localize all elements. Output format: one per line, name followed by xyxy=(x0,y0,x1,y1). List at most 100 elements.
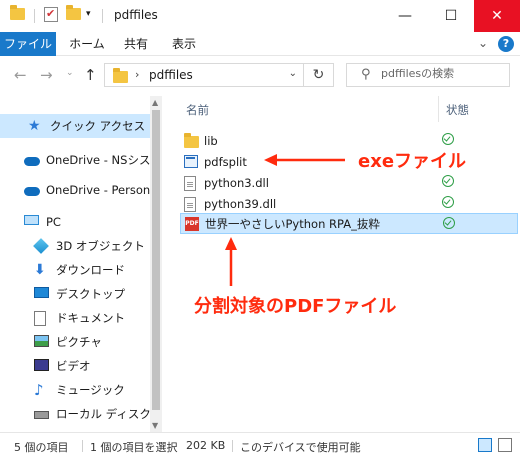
search-input[interactable] xyxy=(381,67,505,80)
nav-item-onedrive-ns[interactable]: OneDrive - NSシステム xyxy=(0,148,150,172)
nav-item-label: デスクトップ xyxy=(56,287,125,301)
close-button[interactable]: ✕ xyxy=(474,0,520,32)
status-availability: このデバイスで使用可能 xyxy=(240,441,361,454)
file-row-pdfsplit[interactable]: pdfsplit xyxy=(180,151,518,172)
disk-icon xyxy=(34,407,50,421)
folder-icon xyxy=(184,132,199,148)
file-name: python39.dll xyxy=(204,196,277,211)
scroll-up-icon[interactable]: ▲ xyxy=(152,98,158,107)
cloud-icon xyxy=(24,183,40,197)
file-row-pdf[interactable]: PDF 世界一やさしいPython RPA_抜粋 xyxy=(180,213,518,234)
nav-item-label: 3D オブジェクト xyxy=(56,239,145,253)
minimize-button[interactable]: — xyxy=(382,0,428,32)
tab-file[interactable]: ファイル xyxy=(0,32,56,56)
chevron-down-icon[interactable]: ⌄ xyxy=(289,68,297,79)
download-icon: ⬇ xyxy=(34,262,46,278)
pc-icon xyxy=(24,215,40,229)
file-name: python3.dll xyxy=(204,175,269,190)
folder-icon xyxy=(10,5,25,20)
title-bar: ▾ pdffiles — ☐ ✕ xyxy=(0,0,520,32)
forward-arrow-icon[interactable]: → xyxy=(40,66,53,84)
nav-item-label: ピクチャ xyxy=(56,335,102,349)
scrollbar-thumb[interactable] xyxy=(152,110,160,410)
file-row-python39[interactable]: python39.dll xyxy=(180,193,518,214)
quick-access-dropdown-icon[interactable]: ▾ xyxy=(86,9,91,19)
nav-item-desktop[interactable]: デスクトップ xyxy=(0,282,150,306)
file-row-lib[interactable]: lib xyxy=(180,130,518,151)
video-icon xyxy=(34,359,50,373)
tab-view[interactable]: 表示 xyxy=(162,32,206,56)
chevron-right-icon[interactable]: › xyxy=(135,68,139,81)
nav-item-onedrive-personal[interactable]: OneDrive - Personal xyxy=(0,178,150,202)
details-view-icon[interactable] xyxy=(478,438,492,452)
file-icon xyxy=(184,175,198,191)
cloud-icon xyxy=(24,153,40,167)
maximize-button[interactable]: ☐ xyxy=(428,0,474,32)
column-header-state[interactable]: 状態 xyxy=(446,102,469,118)
status-item-count: 5 個の項目 xyxy=(14,441,69,454)
nav-item-label: ミュージック xyxy=(56,383,125,397)
help-icon[interactable]: ? xyxy=(498,36,514,52)
status-bar: 5 個の項目 1 個の項目を選択 202 KB このデバイスで使用可能 xyxy=(0,432,520,458)
nav-item-documents[interactable]: ドキュメント xyxy=(0,306,150,330)
tab-share[interactable]: 共有 xyxy=(116,32,156,56)
expand-ribbon-icon[interactable]: ⌄ xyxy=(478,36,488,50)
search-box[interactable]: ⚲ xyxy=(346,63,510,87)
sync-ok-icon xyxy=(442,196,454,208)
back-arrow-icon[interactable]: ← xyxy=(14,66,27,84)
scroll-down-icon[interactable]: ▼ xyxy=(152,421,158,430)
nav-item-local-disk[interactable]: ローカル ディスク (C:) xyxy=(0,402,150,426)
nav-item-label: クイック アクセス xyxy=(50,119,146,133)
file-name: lib xyxy=(204,133,218,148)
window-title: pdffiles xyxy=(114,8,158,22)
ribbon-tabs: ファイル ホーム 共有 表示 ⌄ ? xyxy=(0,32,520,56)
address-row: ← → ⌄ ↑ › pdffiles ⌄ ↻ ⚲ xyxy=(0,56,520,96)
nav-scrollbar[interactable]: ▲ ▼ xyxy=(150,96,162,432)
nav-item-label: ダウンロード xyxy=(56,263,125,277)
file-list: 名前 状態 lib pdfsplit python3.dll python39.… xyxy=(170,96,520,432)
address-bar[interactable]: › pdffiles ⌄ ↻ xyxy=(104,63,334,87)
pdf-icon: PDF xyxy=(185,216,199,231)
nav-item-3d-objects[interactable]: 3D オブジェクト xyxy=(0,234,150,258)
sync-ok-icon xyxy=(442,175,454,187)
annotation-pdf: 分割対象のPDFファイル xyxy=(194,296,397,317)
sync-ok-icon xyxy=(442,133,454,145)
up-arrow-icon[interactable]: ↑ xyxy=(84,66,97,84)
column-divider[interactable] xyxy=(438,96,439,122)
status-selected: 1 個の項目を選択 xyxy=(90,441,178,454)
nav-item-pc[interactable]: PC xyxy=(0,210,150,234)
nav-item-pictures[interactable]: ピクチャ xyxy=(0,330,150,354)
exe-icon xyxy=(184,154,198,169)
file-row-python3[interactable]: python3.dll xyxy=(180,172,518,193)
nav-item-quick-access[interactable]: ★ クイック アクセス xyxy=(0,114,150,138)
recent-dropdown-icon[interactable]: ⌄ xyxy=(66,68,74,78)
nav-item-label: ビデオ xyxy=(56,359,91,373)
file-name: 世界一やさしいPython RPA_抜粋 xyxy=(205,216,380,231)
nav-item-label: ローカル ディスク (C:) xyxy=(56,407,150,421)
properties-icon[interactable] xyxy=(44,7,58,22)
column-header-name[interactable]: 名前 xyxy=(186,102,209,118)
new-folder-icon[interactable] xyxy=(66,5,81,20)
refresh-icon[interactable]: ↻ xyxy=(303,64,333,86)
nav-item-downloads[interactable]: ⬇ ダウンロード xyxy=(0,258,150,282)
large-icons-view-icon[interactable] xyxy=(498,438,512,452)
document-icon xyxy=(34,311,50,326)
nav-item-label: OneDrive - Personal xyxy=(46,183,150,197)
divider xyxy=(102,9,103,23)
tab-home[interactable]: ホーム xyxy=(62,32,112,56)
divider xyxy=(34,9,35,23)
picture-icon xyxy=(34,335,50,349)
nav-item-label: PC xyxy=(46,215,61,229)
divider xyxy=(82,440,83,452)
address-path[interactable]: pdffiles xyxy=(149,68,193,82)
music-icon: ♪ xyxy=(34,381,44,399)
nav-item-music[interactable]: ♪ ミュージック xyxy=(0,378,150,402)
nav-item-label: ドキュメント xyxy=(56,311,125,325)
navigation-pane: ★ クイック アクセス OneDrive - NSシステム OneDrive -… xyxy=(0,96,162,432)
status-size: 202 KB xyxy=(186,439,226,452)
divider xyxy=(232,440,233,452)
star-icon: ★ xyxy=(28,118,41,134)
nav-item-videos[interactable]: ビデオ xyxy=(0,354,150,378)
search-icon: ⚲ xyxy=(361,67,371,82)
desktop-icon xyxy=(34,287,50,301)
